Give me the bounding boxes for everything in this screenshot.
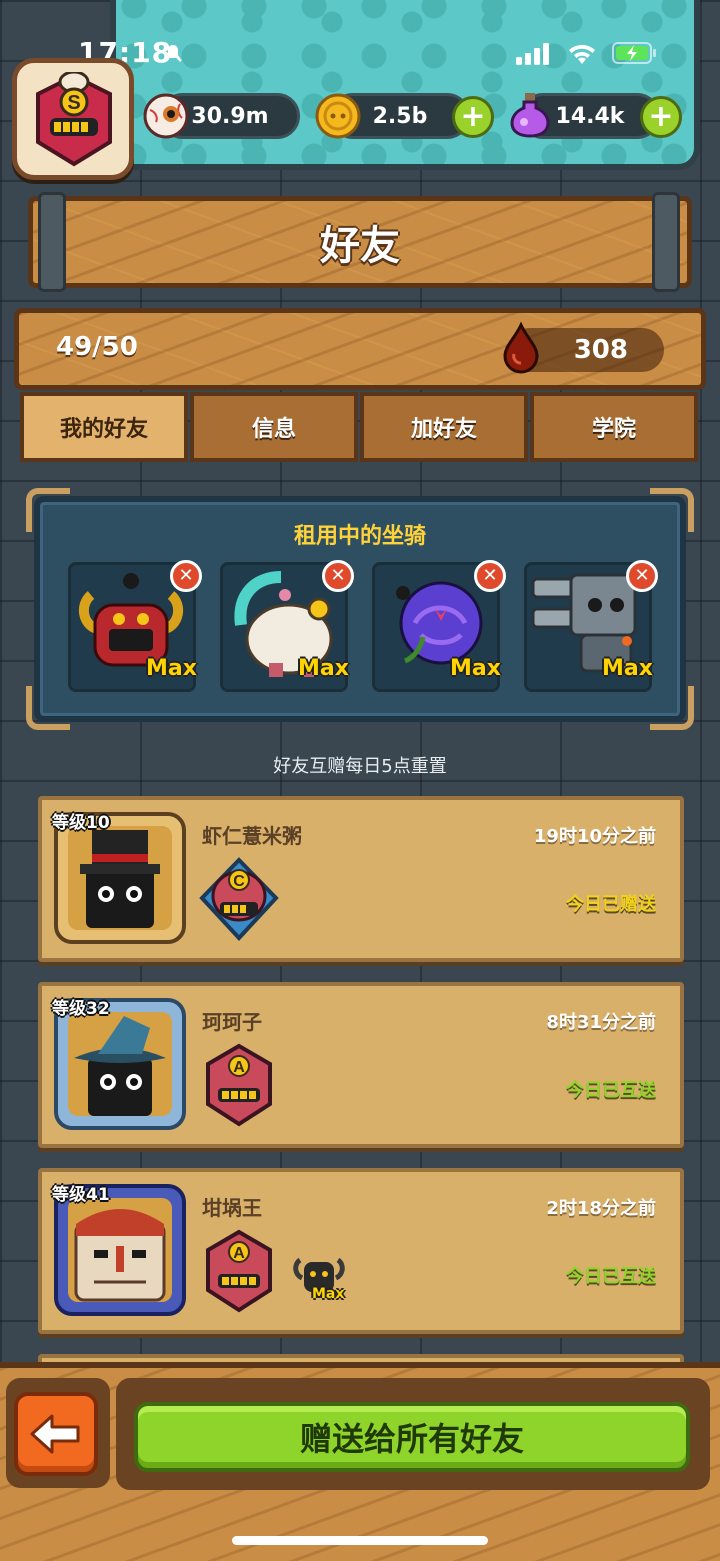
friend-last-seen: 2时18分之前 [546, 1198, 656, 1219]
player-rank-badge: S [36, 72, 112, 167]
blood-drop-icon [503, 322, 539, 374]
rank-a-badge: A [206, 1229, 272, 1313]
friend-gift-status: 今日已互送 [566, 1080, 656, 1101]
eye-resource-value: 30.9m [191, 103, 269, 129]
eyeball-icon [143, 93, 189, 139]
remove-mount-button[interactable]: ✕ [626, 560, 658, 592]
rank-c-badge: C [199, 857, 279, 941]
add-potions-button[interactable]: + [640, 96, 682, 138]
rank-letter: C [233, 873, 245, 890]
reset-note: 好友互赠每日5点重置 [273, 756, 447, 777]
panel-corner [650, 686, 694, 730]
rank-a-badge: A [206, 1043, 272, 1127]
wifi-icon [569, 44, 595, 64]
potion-resource-value: 14.4k [555, 103, 625, 129]
battery-charging-icon [612, 42, 656, 64]
mount-max-label: Max [146, 656, 197, 681]
friend-last-seen: 19时10分之前 [533, 826, 656, 847]
remove-mount-button[interactable]: ✕ [474, 560, 506, 592]
friend-level: 等级41 [52, 1185, 110, 1205]
mount-max-label: Max [298, 656, 349, 681]
tab-messages[interactable]: 信息 [190, 392, 358, 462]
arrow-left-icon [30, 1414, 80, 1454]
potion-icon [510, 93, 550, 138]
rented-mounts-title: 租用中的坐骑 [293, 524, 426, 549]
friend-name: 坩埚王 [202, 1196, 262, 1220]
back-button[interactable] [14, 1392, 98, 1476]
friend-name: 虾仁薏米粥 [202, 824, 302, 848]
coin-resource-value: 2.5b [372, 103, 428, 129]
friend-level: 等级32 [52, 999, 110, 1019]
home-indicator [232, 1536, 488, 1545]
coin-icon [315, 93, 361, 139]
tab-add-friend[interactable]: 加好友 [360, 392, 528, 462]
remove-mount-button[interactable]: ✕ [170, 560, 202, 592]
top-resource-panel [110, 0, 700, 170]
rank-letter: A [233, 1059, 245, 1076]
remove-mount-button[interactable]: ✕ [322, 560, 354, 592]
send-to-all-friends-button[interactable]: 赠送给所有好友 [134, 1402, 690, 1472]
mini-mount-max-label: Max [312, 1286, 345, 1302]
friend-level: 等级10 [52, 813, 110, 833]
rank-letter: A [233, 1245, 245, 1262]
bell-muted-icon [164, 44, 182, 62]
friend-name: 珂珂子 [202, 1010, 262, 1034]
friend-count: 49/50 [56, 332, 138, 362]
friend-gift-status: 今日已互送 [566, 1266, 656, 1287]
friend-last-seen: 8时31分之前 [546, 1012, 656, 1033]
mount-max-label: Max [602, 656, 653, 681]
tab-academy[interactable]: 学院 [530, 392, 698, 462]
signal-icon [516, 43, 549, 65]
panel-corner [26, 686, 70, 730]
blood-resource-value: 308 [573, 335, 628, 365]
add-coins-button[interactable]: + [452, 96, 494, 138]
player-rank-letter: S [67, 92, 80, 114]
friend-gift-status: 今日已赠送 [566, 894, 656, 915]
page-title: 好友 [320, 223, 400, 269]
mount-max-label: Max [450, 656, 501, 681]
tab-my-friends[interactable]: 我的好友 [20, 392, 188, 462]
